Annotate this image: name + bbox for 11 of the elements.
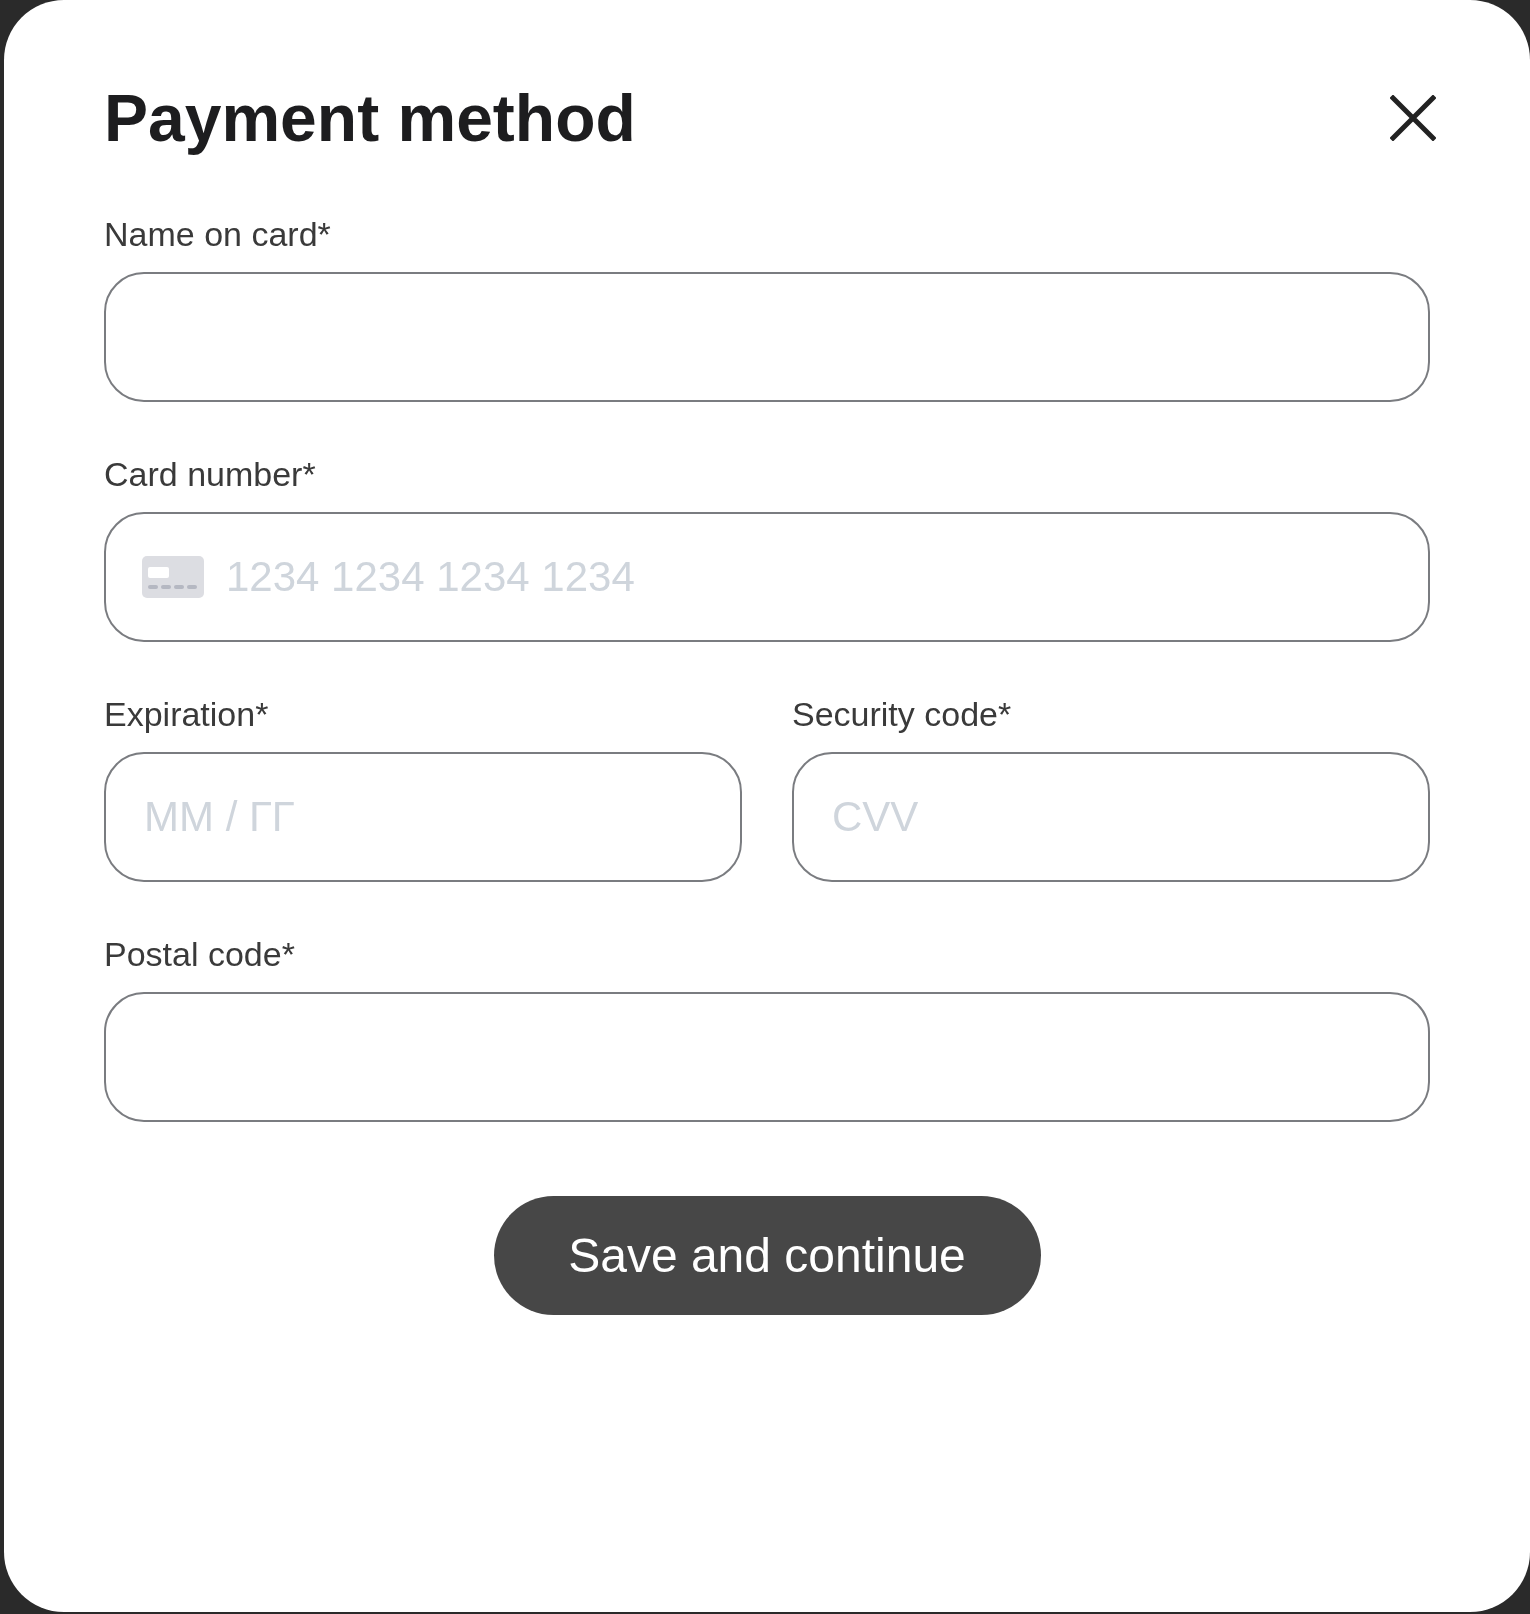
field-label: Expiration* bbox=[104, 694, 270, 734]
dialog-title: Payment method bbox=[104, 80, 636, 156]
input-field[interactable] bbox=[104, 272, 1430, 402]
input-field[interactable] bbox=[104, 992, 1430, 1122]
close-button[interactable] bbox=[1388, 93, 1438, 143]
field-label: Security code* bbox=[792, 694, 1013, 734]
credit-card-icon bbox=[142, 556, 204, 598]
field-label: Postal code* bbox=[104, 934, 296, 974]
save-button[interactable]: Save and continue bbox=[493, 1196, 1041, 1315]
field-label: Name on card* bbox=[104, 214, 332, 254]
field-label: Card number* bbox=[104, 454, 317, 494]
